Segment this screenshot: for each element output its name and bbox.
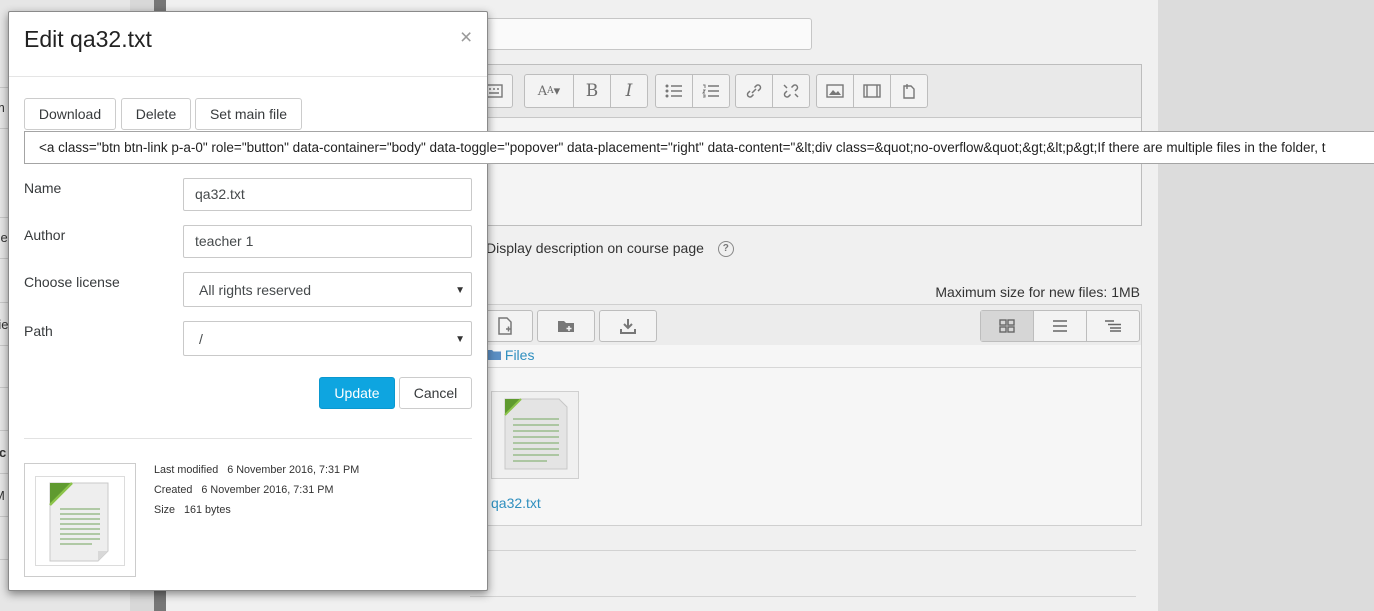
created-value: 6 November 2016, 7:31 PM	[201, 484, 334, 496]
file-icon	[890, 75, 927, 107]
file-thumbnail	[491, 391, 579, 479]
toolbar-group	[816, 74, 928, 108]
numbered-list-icon	[692, 75, 729, 107]
license-value: All rights reserved	[199, 282, 312, 298]
file-manager-toolbar	[471, 305, 1141, 345]
view-switcher	[980, 310, 1140, 342]
set-main-file-button[interactable]: Set main file	[195, 98, 302, 130]
create-folder-icon	[537, 310, 595, 342]
last-modified-row: Last modified 6 November 2016, 7:31 PM	[154, 464, 359, 476]
tree-view-icon	[1086, 311, 1139, 341]
license-label: Choose license	[24, 274, 120, 290]
edit-file-dialog: Edit qa32.txt × Download Delete Set main…	[8, 11, 1374, 591]
path-select[interactable]: / ▼	[183, 321, 472, 356]
grid-view-icon	[981, 311, 1033, 341]
file-manager: Files qa32.txt	[470, 304, 1142, 526]
dialog-header: Edit qa32.txt ×	[9, 12, 487, 77]
media-icon	[853, 75, 890, 107]
image-icon	[817, 75, 853, 107]
name-label: Name	[24, 180, 62, 196]
display-description-label: Display description on course page	[486, 240, 704, 256]
cancel-button[interactable]: Cancel	[399, 377, 472, 409]
update-button[interactable]: Update	[319, 377, 395, 409]
max-size-note: Maximum size for new files: 1MB	[935, 284, 1140, 300]
author-input[interactable]: teacher 1	[183, 225, 472, 258]
escaped-html-text: <a class="btn btn-link p-a-0" role="butt…	[24, 131, 1374, 164]
file-preview	[24, 463, 136, 577]
folder-icon	[487, 347, 505, 363]
text-document-icon	[49, 482, 109, 562]
divider	[470, 596, 1136, 597]
editor-toolbar: A A ▾ B I	[471, 65, 1141, 118]
list-view-icon	[1033, 311, 1086, 341]
author-label: Author	[24, 227, 66, 243]
download-button[interactable]: Download	[24, 98, 116, 130]
size-label: Size	[154, 504, 176, 516]
size-row: Size 161 bytes	[154, 504, 231, 516]
last-modified-value: 6 November 2016, 7:31 PM	[227, 464, 360, 476]
right-column	[1158, 0, 1374, 611]
link-icon	[736, 75, 772, 107]
created-label: Created	[154, 484, 193, 496]
help-icon: ?	[717, 241, 734, 258]
download-icon	[599, 310, 657, 342]
path-value: /	[199, 331, 203, 347]
name-field-background	[470, 18, 812, 50]
breadcrumb-files: Files	[504, 347, 535, 363]
file-name-link: qa32.txt	[491, 495, 541, 511]
toolbar-group	[735, 74, 810, 108]
toolbar-group	[655, 74, 730, 108]
path-label: Path	[24, 323, 53, 339]
toolbar-group: A A ▾ B I	[524, 74, 648, 108]
delete-button[interactable]: Delete	[121, 98, 191, 130]
last-modified-label: Last modified	[154, 464, 219, 476]
italic-icon: I	[610, 75, 647, 107]
file-manager-path: Files	[487, 347, 534, 363]
display-description-checkbox: Display description on course page ?	[486, 240, 734, 258]
dialog-divider	[24, 438, 472, 439]
size-value: 161 bytes	[184, 504, 231, 516]
bullet-list-icon	[656, 75, 692, 107]
created-row: Created 6 November 2016, 7:31 PM	[154, 484, 333, 496]
select-arrow-icon: ▼	[455, 285, 465, 296]
file-preview-frame	[35, 476, 125, 566]
close-icon[interactable]: ×	[460, 26, 472, 50]
dialog-title: Edit qa32.txt	[24, 26, 152, 52]
file-manager-divider	[471, 367, 1141, 368]
license-select[interactable]: All rights reserved ▼	[183, 272, 472, 307]
text-document-icon	[504, 398, 568, 470]
divider	[470, 550, 1136, 551]
font-style-icon: A A ▾	[537, 83, 561, 99]
select-arrow-icon: ▼	[455, 334, 465, 345]
bold-icon: B	[573, 75, 610, 107]
unlink-icon	[772, 75, 809, 107]
name-input[interactable]: qa32.txt	[183, 178, 472, 211]
